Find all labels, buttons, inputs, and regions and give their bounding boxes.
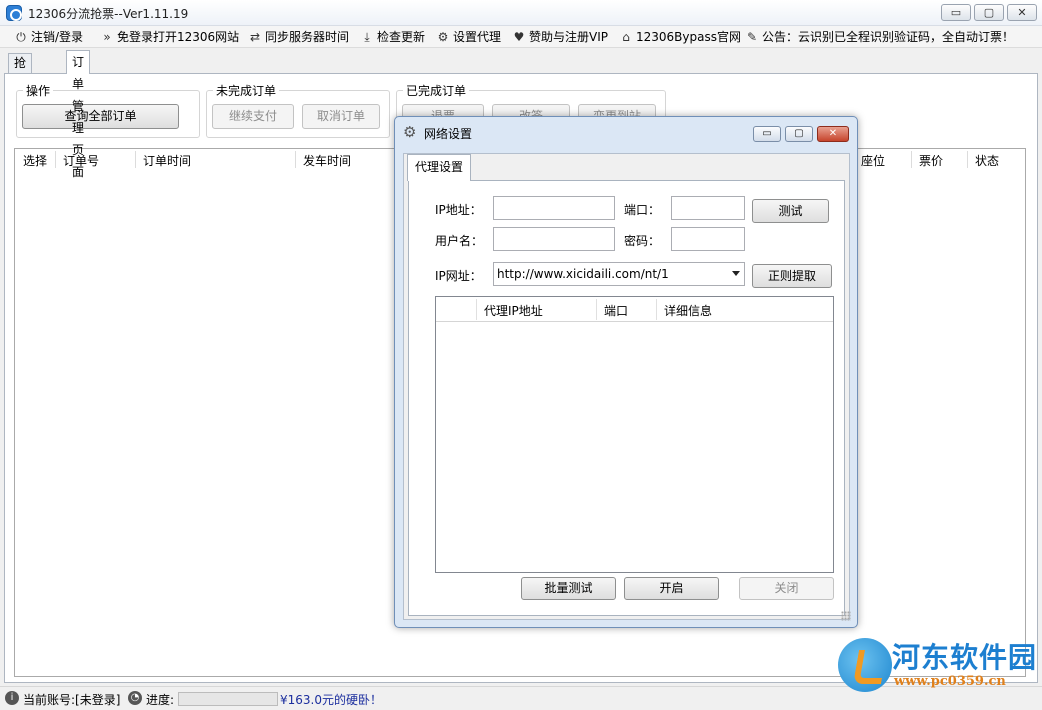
tag-icon: ✎: [746, 30, 758, 44]
enable-proxy-button[interactable]: 开启: [624, 577, 719, 600]
sync-icon: ⇄: [249, 30, 261, 44]
toolbar-label: 注销/登录: [31, 30, 84, 44]
column-header-select[interactable]: 选择: [23, 152, 47, 169]
toolbar-announcement[interactable]: ✎ 公告：云识别已全程识别验证码，全自动订票！: [745, 29, 1014, 45]
column-divider: [295, 151, 296, 168]
column-header-port[interactable]: 端口: [604, 302, 628, 319]
query-all-orders-button[interactable]: 查询全部订单: [22, 104, 179, 129]
download-icon: ⤓: [364, 30, 370, 44]
group-title: 操作: [23, 82, 54, 99]
toolbar-check-update[interactable]: ⤓ 检查更新: [360, 29, 425, 45]
toolbar-official-site[interactable]: ⌂ 12306Bypass官网: [619, 29, 741, 45]
toolbar-sponsor-vip[interactable]: ♥ 赞助与注册VIP: [512, 29, 608, 45]
progress-label: 进度:: [146, 693, 175, 707]
toolbar-logout-login[interactable]: ⏻ 注销/登录: [14, 29, 83, 45]
main-title-bar: 12306分流抢票--Ver1.11.19 ▭ ▢ ✕: [0, 0, 1042, 26]
ip-url-select[interactable]: http://www.xicidaili.com/nt/1: [493, 262, 745, 286]
toolbar-proxy-settings[interactable]: ⚙ 设置代理: [436, 29, 501, 45]
batch-test-button[interactable]: 批量测试: [521, 577, 616, 600]
toolbar-label: 检查更新: [377, 30, 426, 44]
ip-address-label: IP地址：: [435, 203, 482, 217]
current-account-text: 当前账号:[未登录]: [23, 693, 121, 707]
column-header-order-time[interactable]: 订单时间: [143, 152, 191, 169]
group-title: 未完成订单: [213, 82, 280, 99]
toolbar-open-12306[interactable]: » 免登录打开12306网站: [100, 29, 239, 45]
watermark-logo-icon: [838, 638, 892, 692]
dialog-close-button[interactable]: ✕: [817, 126, 849, 142]
app-icon: [6, 5, 22, 21]
double-chevron-icon: »: [103, 30, 111, 44]
ip-url-label: IP网址：: [435, 269, 482, 283]
proxy-list[interactable]: 代理IP地址 端口 详细信息: [435, 296, 834, 573]
dialog-title-bar[interactable]: ⚙ 网络设置 ▭ ▢ ✕: [395, 117, 857, 147]
progress-bar: [178, 692, 278, 706]
scrolling-notice: ¥163.0元的硬卧！: [280, 693, 382, 707]
power-icon: ⏻: [16, 30, 26, 44]
ip-url-selected-value: http://www.xicidaili.com/nt/1: [497, 267, 669, 281]
password-input[interactable]: [671, 227, 745, 251]
home-icon: ⌂: [622, 30, 630, 44]
gear-icon: ⚙: [403, 123, 417, 141]
minimize-button[interactable]: ▭: [941, 4, 971, 21]
port-input[interactable]: [671, 196, 745, 220]
cancel-order-button[interactable]: 取消订单: [302, 104, 380, 129]
column-divider: [596, 299, 597, 320]
heart-icon: ♥: [513, 30, 525, 44]
column-header-depart-time[interactable]: 发车时间: [303, 152, 351, 169]
username-input[interactable]: [493, 227, 615, 251]
column-header-status[interactable]: 状态: [975, 152, 999, 169]
toolbar-label: 免登录打开12306网站: [117, 30, 240, 44]
username-label: 用户名：: [435, 234, 484, 248]
column-divider: [55, 151, 56, 168]
column-header-proxy-ip[interactable]: 代理IP地址: [484, 302, 543, 319]
chevron-down-icon: [732, 271, 740, 276]
proxy-list-header: 代理IP地址 端口 详细信息: [436, 297, 833, 322]
close-proxy-button[interactable]: 关闭: [739, 577, 834, 600]
password-label: 密码：: [624, 234, 661, 248]
toolbar-sync-time[interactable]: ⇄ 同步服务器时间: [248, 29, 349, 45]
toolbar-label: 同步服务器时间: [265, 30, 350, 44]
column-divider: [476, 299, 477, 320]
toolbar: ⏻ 注销/登录 » 免登录打开12306网站 ⇄ 同步服务器时间 ⤓ 检查更新 ⚙ 设置代…: [0, 26, 1042, 48]
column-header-price[interactable]: 票价: [919, 152, 943, 169]
group-title: 已完成订单: [403, 82, 470, 99]
maximize-button[interactable]: ▢: [974, 4, 1004, 21]
regex-extract-button[interactable]: 正则提取: [752, 264, 832, 288]
column-divider: [911, 151, 912, 168]
port-label: 端口：: [624, 203, 661, 217]
continue-payment-button[interactable]: 继续支付: [212, 104, 294, 129]
toolbar-label: 赞助与注册VIP: [529, 30, 608, 44]
resize-grip-icon[interactable]: [841, 611, 851, 621]
dialog-minimize-button[interactable]: ▭: [753, 126, 781, 142]
close-window-button[interactable]: ✕: [1007, 4, 1037, 21]
column-header-details[interactable]: 详细信息: [664, 302, 712, 319]
column-header-seat[interactable]: 座位: [861, 152, 885, 169]
window-title: 12306分流抢票--Ver1.11.19: [28, 7, 189, 21]
watermark: 河东软件园 www.pc0359.cn: [834, 634, 1038, 694]
ip-address-input[interactable]: [493, 196, 615, 220]
column-divider: [967, 151, 968, 168]
gear-icon: ⚙: [437, 30, 449, 44]
toolbar-label: 12306Bypass官网: [636, 30, 741, 44]
dialog-title: 网络设置: [424, 127, 473, 141]
tab-order-management[interactable]: 订单管理页面: [66, 50, 91, 179]
watermark-url: www.pc0359.cn: [894, 674, 1006, 689]
dialog-maximize-button[interactable]: ▢: [785, 126, 813, 142]
tab-grab-tickets[interactable]: 抢票页面: [8, 53, 33, 127]
info-icon: i: [5, 691, 19, 705]
toolbar-label: 设置代理: [453, 30, 502, 44]
tab-proxy-settings[interactable]: 代理设置: [407, 154, 472, 181]
test-proxy-button[interactable]: 测试: [752, 199, 829, 223]
clock-icon: ◔: [128, 691, 142, 705]
column-divider: [135, 151, 136, 168]
column-divider: [656, 299, 657, 320]
watermark-name: 河东软件园: [892, 641, 1038, 674]
toolbar-label: 公告：云识别已全程识别验证码，全自动订票！: [762, 30, 1015, 44]
